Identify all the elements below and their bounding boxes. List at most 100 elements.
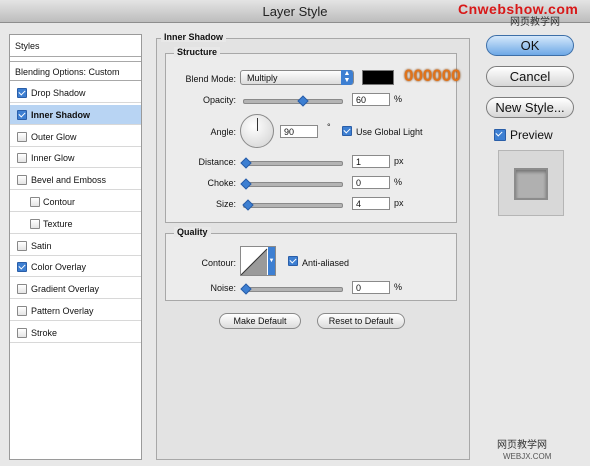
styles-header-label: Styles — [15, 41, 40, 51]
sidebar-item-bevel-and-emboss[interactable]: Bevel and Emboss — [10, 170, 141, 190]
anti-aliased-label: Anti-aliased — [302, 258, 350, 268]
contour-dropdown-arrow-icon[interactable]: ▼ — [268, 247, 275, 275]
distance-field[interactable]: 1 — [352, 155, 390, 168]
sidebar-item-stroke[interactable]: Stroke — [10, 323, 141, 343]
sidebar-item-label: Satin — [31, 241, 52, 251]
use-global-light-label: Use Global Light — [356, 127, 423, 137]
size-label: Size: — [215, 199, 236, 209]
sidebar-item-label: Contour — [43, 197, 76, 207]
angle-unit: ° — [327, 122, 331, 132]
sidebar-item-satin[interactable]: Satin — [10, 236, 141, 256]
sidebar-checkbox[interactable] — [17, 132, 27, 142]
inner-shadow-panel: Inner Shadow Structure Blend Mode: Multi… — [156, 32, 470, 460]
size-slider-thumb[interactable] — [242, 199, 254, 211]
sidebar-item-inner-shadow[interactable]: Inner Shadow — [10, 105, 141, 125]
preview-square — [514, 168, 548, 200]
sidebar-checkbox[interactable] — [17, 88, 27, 98]
sidebar-item-texture[interactable]: Texture — [10, 214, 141, 234]
blending-options-item[interactable]: Blending Options: Custom — [10, 61, 141, 81]
sidebar-item-label: Inner Glow — [31, 153, 75, 163]
size-slider[interactable] — [242, 199, 343, 211]
opacity-slider[interactable] — [243, 95, 343, 107]
sidebar-item-label: Inner Shadow — [31, 110, 91, 120]
contour-picker[interactable]: ▼ — [240, 246, 276, 276]
sidebar-checkbox[interactable] — [17, 306, 27, 316]
preview-checkbox[interactable] — [494, 129, 506, 141]
structure-title: Structure — [174, 47, 221, 57]
sidebar-checkbox[interactable] — [30, 197, 40, 207]
sidebar-item-label: Color Overlay — [31, 262, 87, 272]
blending-options-label: Blending Options: Custom — [15, 67, 120, 77]
quality-group: Quality Contour: ▼ Anti-aliased Noise: 0… — [165, 227, 457, 301]
size-unit: px — [394, 198, 404, 208]
choke-slider[interactable] — [240, 178, 343, 190]
sidebar-item-contour[interactable]: Contour — [10, 192, 141, 212]
contour-label: Contour: — [201, 258, 236, 268]
sidebar-item-label: Gradient Overlay — [31, 284, 100, 294]
sidebar-item-label: Pattern Overlay — [31, 306, 94, 316]
sidebar-item-label: Outer Glow — [31, 132, 77, 142]
choke-label: Choke: — [207, 178, 236, 188]
make-default-button[interactable]: Make Default — [219, 313, 301, 329]
shadow-color-swatch[interactable] — [362, 70, 394, 85]
noise-field[interactable]: 0 — [352, 281, 390, 294]
sidebar-item-label: Stroke — [31, 328, 58, 338]
choke-field[interactable]: 0 — [352, 176, 390, 189]
sidebar-checkbox[interactable] — [17, 284, 27, 294]
angle-label: Angle: — [210, 127, 236, 137]
preview-swatch — [498, 150, 564, 216]
angle-field[interactable]: 90 — [280, 125, 318, 138]
sidebar-item-pattern-overlay[interactable]: Pattern Overlay — [10, 301, 141, 321]
structure-group: Structure Blend Mode: Multiply ▲ ▼ 000000… — [165, 47, 461, 223]
size-field[interactable]: 4 — [352, 197, 390, 210]
blend-mode-select[interactable]: Multiply ▲ ▼ — [240, 70, 354, 85]
sidebar-item-drop-shadow[interactable]: Drop Shadow — [10, 83, 141, 103]
contour-preview-icon — [241, 248, 268, 275]
blend-mode-label: Blend Mode: — [185, 74, 236, 84]
noise-slider-thumb[interactable] — [240, 283, 252, 295]
sidebar-checkbox[interactable] — [17, 262, 27, 272]
sidebar-checkbox[interactable] — [30, 219, 40, 229]
sidebar-checkbox[interactable] — [17, 110, 27, 120]
noise-slider[interactable] — [240, 283, 343, 295]
styles-list: Styles Blending Options: Custom Drop Sha… — [9, 34, 142, 460]
opacity-slider-thumb[interactable] — [297, 95, 309, 107]
opacity-field[interactable]: 60 — [352, 93, 390, 106]
sidebar-checkbox[interactable] — [17, 175, 27, 185]
opacity-label: Opacity: — [202, 95, 236, 105]
angle-dial-needle — [257, 118, 258, 131]
color-annotation: 000000 — [404, 66, 461, 85]
panel-title: Inner Shadow — [161, 32, 227, 42]
opacity-unit: % — [394, 94, 403, 104]
sidebar-item-gradient-overlay[interactable]: Gradient Overlay — [10, 279, 141, 299]
choke-slider-thumb[interactable] — [240, 178, 252, 190]
distance-slider[interactable] — [240, 157, 343, 169]
sidebar-checkbox[interactable] — [17, 328, 27, 338]
watermark-bottom-url: WEBJX.COM — [503, 452, 552, 461]
angle-dial[interactable] — [240, 114, 274, 148]
watermark-subtitle: 网页教学网 — [510, 17, 560, 28]
preview-label: Preview — [510, 128, 553, 142]
blend-mode-value: Multiply — [247, 73, 278, 83]
styles-header[interactable]: Styles — [10, 35, 141, 57]
noise-unit: % — [394, 282, 403, 292]
sidebar-checkbox[interactable] — [17, 153, 27, 163]
cancel-button[interactable]: Cancel — [486, 66, 574, 87]
sidebar-item-label: Texture — [43, 219, 73, 229]
sidebar-item-outer-glow[interactable]: Outer Glow — [10, 127, 141, 147]
watermark-bottom: 网页教学网 — [497, 440, 547, 451]
use-global-light-checkbox[interactable] — [342, 126, 352, 136]
sidebar-item-color-overlay[interactable]: Color Overlay — [10, 257, 141, 277]
anti-aliased-checkbox[interactable] — [288, 256, 298, 266]
ok-button[interactable]: OK — [486, 35, 574, 56]
distance-label: Distance: — [198, 157, 236, 167]
distance-unit: px — [394, 156, 404, 166]
sidebar-checkbox[interactable] — [17, 241, 27, 251]
sidebar-item-label: Drop Shadow — [31, 88, 86, 98]
choke-unit: % — [394, 177, 403, 187]
reset-to-default-button[interactable]: Reset to Default — [317, 313, 405, 329]
distance-slider-thumb[interactable] — [240, 157, 252, 169]
quality-title: Quality — [174, 227, 211, 237]
sidebar-item-inner-glow[interactable]: Inner Glow — [10, 148, 141, 168]
new-style-button[interactable]: New Style... — [486, 97, 574, 118]
